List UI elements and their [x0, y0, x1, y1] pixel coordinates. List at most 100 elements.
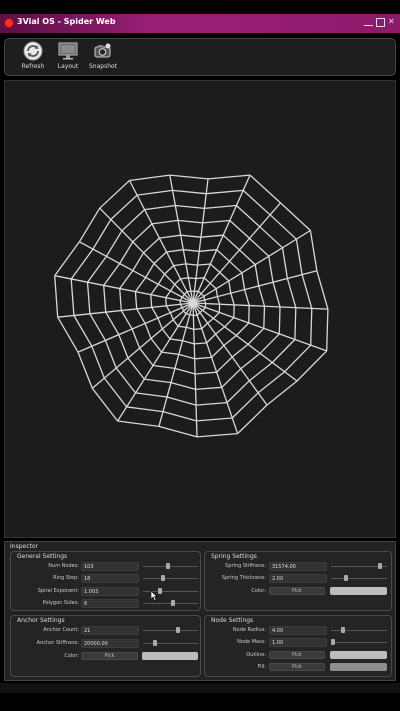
web-ring-segment [134, 291, 138, 309]
web-ring-segment [54, 275, 59, 318]
snapshot-label: Snapshot [88, 63, 118, 70]
spring-thickness-input[interactable]: 2.00 [269, 574, 327, 583]
spring-thickness-slider[interactable] [331, 574, 387, 583]
web-ring-segment [119, 270, 134, 289]
web-ring-segment [70, 278, 75, 316]
web-ring-segment [132, 252, 145, 271]
node-outline-swatch[interactable] [330, 651, 387, 659]
spring-thickness-label: Spring Thickness: [221, 575, 266, 581]
web-ring-segment [284, 344, 312, 373]
web-ring-segment [170, 283, 176, 292]
web-ring-segment [145, 263, 155, 278]
web-ring-segment [280, 202, 311, 231]
web-ring-segment [183, 291, 188, 295]
polygon-sides-input[interactable]: 6 [81, 599, 139, 608]
ring-step-slider-knob[interactable] [160, 575, 165, 581]
num-nodes-input[interactable]: 103 [81, 562, 139, 571]
node-fill-swatch[interactable] [330, 663, 387, 671]
polygon-sides-slider-knob[interactable] [171, 600, 176, 606]
web-spoke [192, 270, 318, 304]
spring-stiffness-slider-knob[interactable] [377, 563, 382, 569]
anchor-color-swatch[interactable] [142, 652, 198, 660]
web-ring-segment [193, 328, 202, 331]
web-ring-segment [202, 219, 230, 224]
spring-stiffness-label: Spring Stiffness: [225, 563, 266, 569]
web-ring-segment [202, 307, 206, 311]
web-canvas[interactable] [4, 80, 396, 538]
node-radius-label: Node Radius: [232, 627, 266, 633]
num-nodes-label: Num Nodes: [48, 563, 79, 569]
minimize-icon[interactable] [364, 18, 373, 26]
web-ring-segment [103, 263, 121, 286]
web-ring-segment [259, 333, 280, 354]
web-ring-segment [243, 289, 250, 306]
anchor-color-pick-button[interactable]: Pick [81, 652, 138, 660]
web-ring-segment [268, 256, 274, 283]
web-spoke [192, 178, 209, 304]
web-ring-segment [70, 248, 94, 280]
spring-stiffness-row: Spring Stiffness: [205, 562, 266, 571]
web-ring-segment [216, 296, 221, 305]
inspector-panel: Inspector General Settings Num Nodes: 10… [4, 541, 396, 681]
web-ring-segment [186, 326, 194, 331]
app-icon[interactable] [4, 18, 14, 28]
web-ring-segment [126, 406, 164, 413]
node-fill-label: Fill: [257, 664, 266, 670]
web-ring-segment [326, 309, 329, 351]
spring-color-swatch[interactable] [330, 587, 387, 595]
ring-step-slider[interactable] [143, 574, 198, 583]
node-outline-pick-button[interactable]: Pick [269, 651, 325, 659]
web-ring-segment [259, 226, 283, 249]
node-fill-pick-button[interactable]: Pick [269, 663, 325, 671]
anchor-count-input[interactable]: 21 [81, 626, 139, 635]
node-radius-row: Node Radius: [205, 626, 266, 635]
web-ring-segment [157, 317, 163, 330]
node-radius-slider[interactable] [331, 626, 387, 635]
web-ring-segment [204, 204, 237, 210]
ring-step-input[interactable]: 18 [81, 574, 139, 583]
web-ring-segment [200, 293, 205, 297]
web-ring-segment [173, 263, 186, 267]
web-ring-segment [164, 265, 175, 275]
web-ring-segment [194, 356, 212, 360]
snapshot-button[interactable]: Snapshot [85, 41, 121, 75]
anchor-count-slider-knob[interactable] [176, 627, 181, 633]
spider-web[interactable] [5, 81, 396, 538]
close-icon[interactable]: ✕ [388, 18, 397, 27]
node-mass-slider[interactable] [331, 638, 387, 647]
web-ring-segment [281, 247, 289, 279]
spring-stiffness-slider[interactable] [331, 562, 387, 571]
node-mass-slider-knob[interactable] [331, 639, 335, 645]
toolbar: Refresh Layout Snapshot [4, 38, 396, 76]
web-ring-segment [247, 327, 265, 345]
web-ring-segment [121, 209, 146, 232]
layout-button[interactable]: Layout [50, 41, 86, 75]
anchor-stiffness-input[interactable]: 20000.00 [81, 639, 139, 648]
monitor-icon [58, 42, 78, 60]
spiral-exponent-input[interactable]: 1.003 [81, 587, 139, 596]
spiral-exponent-label: Spiral Exponent: [37, 588, 79, 594]
web-ring-segment [228, 280, 232, 294]
web-ring-segment [178, 353, 195, 360]
node-radius-input[interactable]: 4.00 [269, 626, 327, 635]
anchor-stiffness-slider-knob[interactable] [153, 640, 158, 646]
spring-thickness-slider-knob[interactable] [344, 575, 348, 581]
web-ring-segment [169, 174, 209, 180]
node-radius-slider-knob[interactable] [341, 627, 346, 633]
web-ring-segment [224, 317, 235, 328]
web-ring-segment [118, 334, 129, 359]
num-nodes-slider-knob[interactable] [165, 563, 170, 569]
refresh-button[interactable]: Refresh [15, 41, 51, 75]
maximize-icon[interactable] [376, 18, 385, 27]
anchor-stiffness-slider[interactable] [143, 639, 198, 648]
node-mass-input[interactable]: 1.00 [269, 638, 327, 647]
num-nodes-slider[interactable] [143, 562, 198, 571]
spring-color-pick-button[interactable]: Pick [269, 587, 325, 595]
web-ring-segment [180, 277, 189, 280]
web-ring-segment [316, 270, 329, 310]
spring-stiffness-input[interactable]: 31574.00 [269, 562, 327, 571]
web-ring-segment [166, 396, 197, 406]
polygon-sides-label: Polygon Sides: [42, 600, 79, 606]
anchor-count-slider[interactable] [143, 626, 198, 635]
web-ring-segment [197, 290, 202, 295]
